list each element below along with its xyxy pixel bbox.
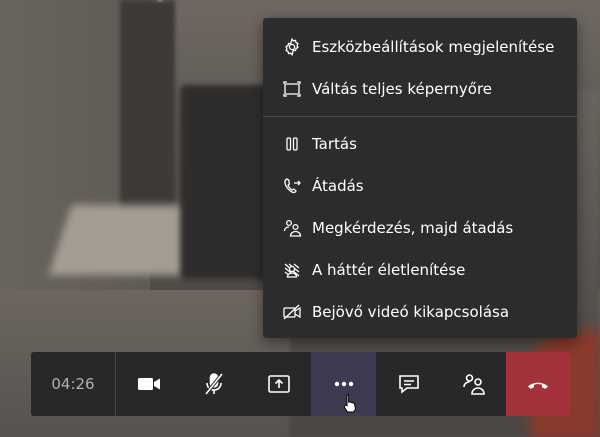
menu-item-blur-background[interactable]: A háttér életlenítése (263, 249, 577, 291)
share-screen-icon (267, 375, 290, 393)
camera-button[interactable] (116, 352, 181, 416)
participants-button[interactable] (441, 352, 506, 416)
participants-icon (462, 374, 485, 395)
menu-item-hold[interactable]: Tartás (263, 123, 577, 165)
fullscreen-icon (282, 79, 302, 99)
blur-background-icon (282, 260, 302, 280)
menu-item-label: Átadás (312, 177, 364, 195)
menu-item-label: Eszközbeállítások megjelenítése (312, 38, 555, 56)
camera-icon (137, 378, 160, 390)
menu-divider (263, 116, 577, 117)
gear-icon (282, 37, 302, 57)
mic-button[interactable] (181, 352, 246, 416)
hang-up-button[interactable] (506, 352, 570, 416)
menu-item-fullscreen[interactable]: Váltás teljes képernyőre (263, 68, 577, 110)
video-off-icon (282, 302, 302, 322)
call-toolbar: 04:26 (31, 352, 570, 416)
call-timer: 04:26 (31, 352, 116, 416)
menu-item-label: Tartás (312, 135, 357, 153)
menu-item-label: A háttér életlenítése (312, 261, 466, 279)
mouse-pointer-icon (343, 394, 356, 413)
share-screen-button[interactable] (246, 352, 311, 416)
menu-item-device-settings[interactable]: Eszközbeállítások megjelenítése (263, 26, 577, 68)
hang-up-icon (528, 382, 548, 389)
menu-item-consult-transfer[interactable]: Megkérdezés, majd átadás (263, 207, 577, 249)
menu-item-incoming-video-off[interactable]: Bejövő videó kikapcsolása (263, 291, 577, 333)
pause-icon (282, 134, 302, 154)
consult-transfer-icon (282, 218, 302, 238)
menu-item-label: Megkérdezés, majd átadás (312, 219, 514, 237)
menu-item-label: Bejövő videó kikapcsolása (312, 303, 510, 321)
menu-item-label: Váltás teljes képernyőre (312, 80, 493, 98)
chat-button[interactable] (376, 352, 441, 416)
transfer-icon (282, 176, 302, 196)
chat-icon (398, 375, 419, 394)
menu-item-transfer[interactable]: Átadás (263, 165, 577, 207)
mic-muted-icon (204, 372, 223, 396)
more-options-menu: Eszközbeállítások megjelenítése Váltás t… (263, 18, 577, 338)
